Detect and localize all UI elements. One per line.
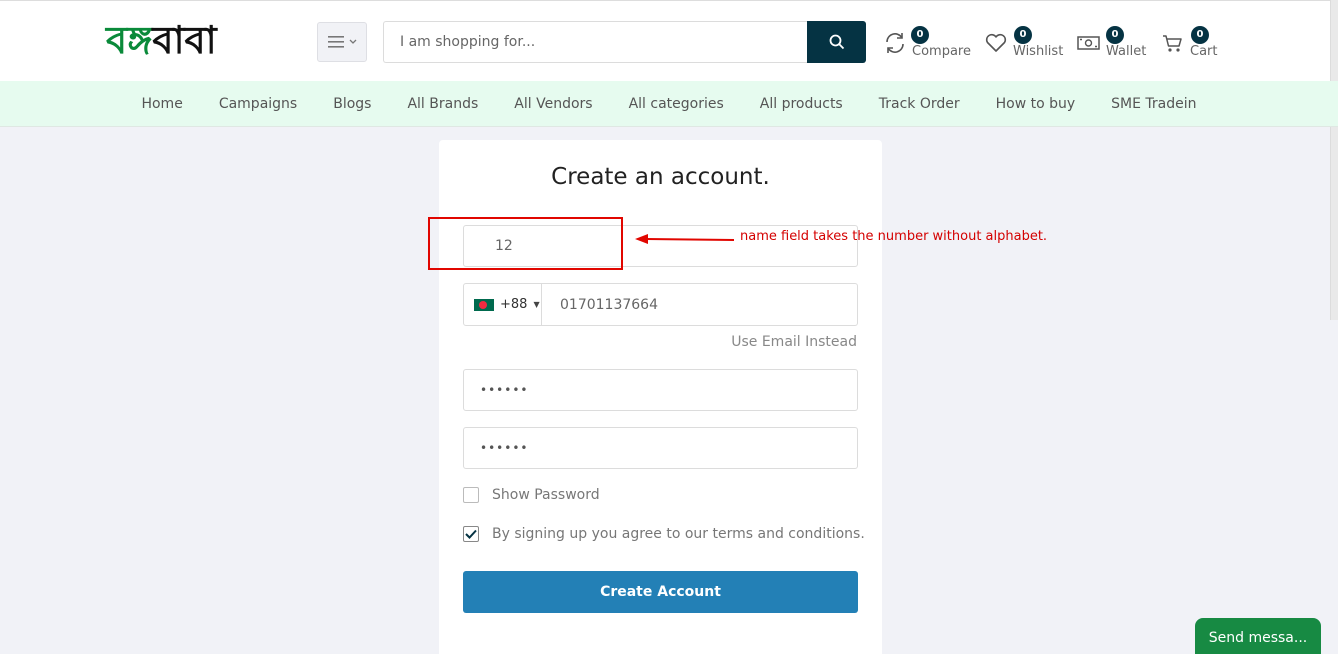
cart-count-badge: 0 <box>1191 26 1209 44</box>
search-button[interactable] <box>807 21 866 63</box>
wallet-link[interactable]: 0 Wallet <box>1076 26 1146 67</box>
phone-input[interactable]: 01701137664 <box>542 284 658 325</box>
refresh-icon <box>886 33 904 53</box>
chevron-down-icon <box>349 39 356 44</box>
cart-icon <box>1163 35 1182 52</box>
money-icon <box>1077 36 1100 50</box>
cart-label: Cart <box>1190 44 1218 59</box>
terms-row: By signing up you agree to our terms and… <box>463 526 865 542</box>
cart-link[interactable]: 0 Cart <box>1160 26 1218 67</box>
nav-item-all-products[interactable]: All products <box>742 81 861 126</box>
terms-checkbox[interactable] <box>463 526 479 542</box>
show-password-checkbox[interactable] <box>463 487 479 503</box>
country-code-select[interactable]: +88 ▼ <box>464 284 542 325</box>
logo-text-black: বাবা <box>152 17 217 62</box>
main-nav: Home Campaigns Blogs All Brands All Vend… <box>0 81 1338 127</box>
nav-item-home[interactable]: Home <box>123 81 200 126</box>
show-password-label: Show Password <box>492 487 600 503</box>
use-email-link[interactable]: Use Email Instead <box>731 334 857 350</box>
nav-item-how-to-buy[interactable]: How to buy <box>978 81 1094 126</box>
annotation-note: name field takes the number without alph… <box>740 229 1048 244</box>
nav-item-track-order[interactable]: Track Order <box>861 81 978 126</box>
site-logo[interactable]: বঙ্গ বাবা <box>106 17 217 63</box>
annotation-arrow-icon <box>635 234 735 244</box>
create-account-button[interactable]: Create Account <box>463 571 858 613</box>
bangladesh-flag-icon <box>474 298 494 311</box>
hamburger-icon <box>327 36 344 48</box>
search-input[interactable] <box>383 21 807 63</box>
terms-label: By signing up you agree to our terms and… <box>492 526 865 542</box>
compare-link[interactable]: 0 Compare <box>882 26 971 67</box>
nav-item-blogs[interactable]: Blogs <box>315 81 389 126</box>
country-code: +88 <box>500 297 528 312</box>
scrollbar[interactable] <box>1330 0 1338 320</box>
annotation-highlight-box <box>428 217 623 270</box>
wishlist-label: Wishlist <box>1013 44 1064 59</box>
wishlist-count-badge: 0 <box>1014 26 1032 44</box>
search-icon <box>829 34 844 50</box>
compare-count-badge: 0 <box>911 26 929 44</box>
nav-item-all-categories[interactable]: All categories <box>611 81 742 126</box>
wallet-count-badge: 0 <box>1106 26 1124 44</box>
password-input[interactable]: •••••• <box>463 369 858 411</box>
send-message-button[interactable]: Send messa... <box>1195 618 1321 654</box>
page-title: Create an account. <box>551 164 770 190</box>
compare-label: Compare <box>912 44 971 59</box>
confirm-password-input[interactable]: •••••• <box>463 427 858 469</box>
nav-item-all-vendors[interactable]: All Vendors <box>496 81 610 126</box>
phone-field: +88 ▼ 01701137664 <box>463 283 858 326</box>
category-menu-button[interactable] <box>317 22 367 62</box>
wishlist-link[interactable]: 0 Wishlist <box>983 26 1063 67</box>
nav-item-sme-tradein[interactable]: SME Tradein <box>1093 81 1214 126</box>
search-bar <box>383 21 866 63</box>
checkmark-icon <box>465 529 477 539</box>
show-password-row: Show Password <box>463 487 600 503</box>
wallet-label: Wallet <box>1106 44 1147 59</box>
nav-item-all-brands[interactable]: All Brands <box>389 81 496 126</box>
caret-down-icon: ▼ <box>533 300 540 309</box>
logo-text-green: বঙ্গ <box>106 17 153 62</box>
nav-item-campaigns[interactable]: Campaigns <box>201 81 315 126</box>
heart-icon <box>985 33 1007 52</box>
header: বঙ্গবাবা 0 Compare 0 Wishlist 0 Wallet 0… <box>0 0 1338 81</box>
